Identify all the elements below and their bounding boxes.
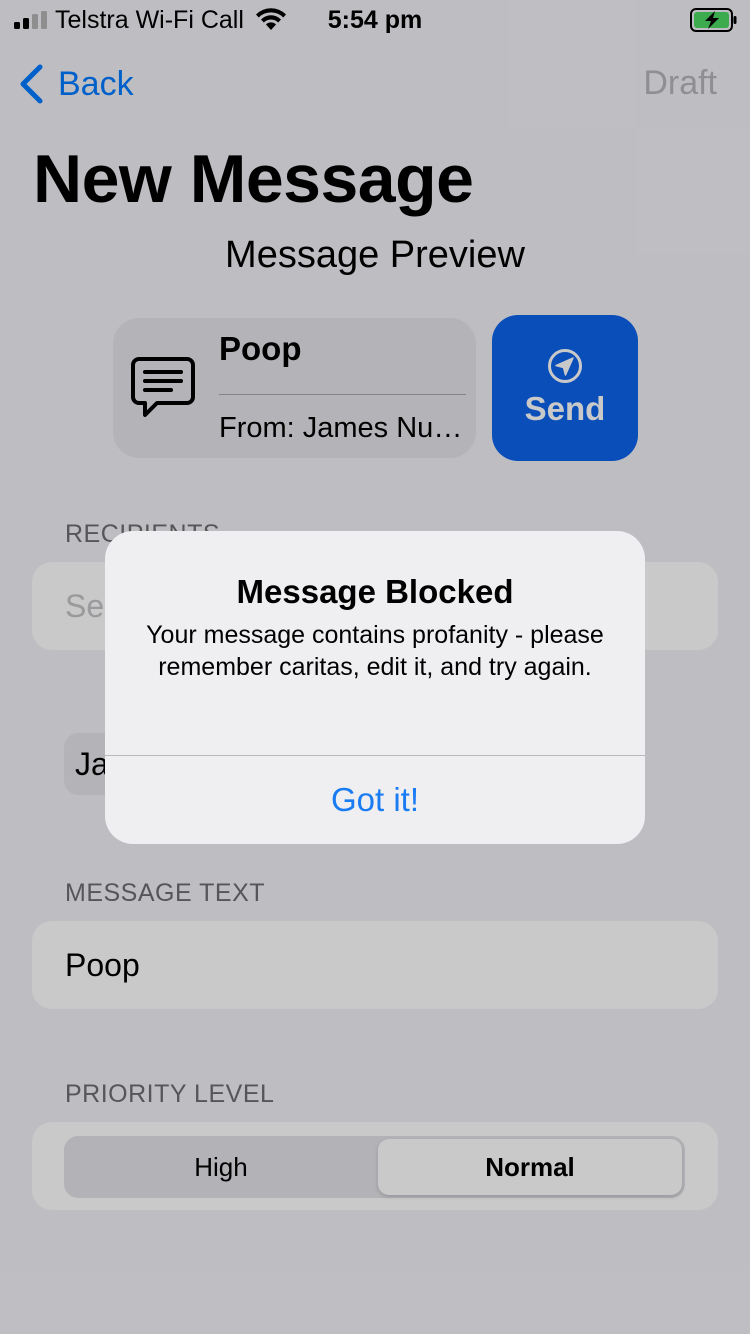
new-message-screen: Telstra Wi-Fi Call 5:54 pm Back Draft Ne… <box>0 0 750 1334</box>
message-blocked-alert: Message Blocked Your message contains pr… <box>105 531 645 844</box>
got-it-button[interactable]: Got it! <box>105 756 645 844</box>
alert-message: Your message contains profanity - please… <box>146 621 604 681</box>
alert-title: Message Blocked <box>236 573 514 610</box>
